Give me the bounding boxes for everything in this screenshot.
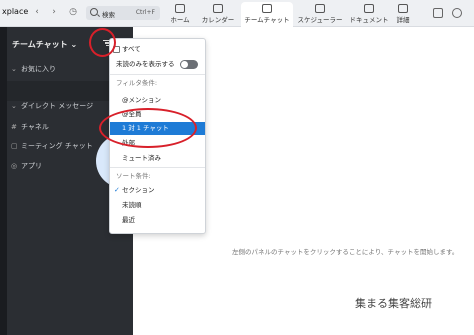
panel-item-apps[interactable]: ◎ アプリ	[11, 161, 42, 171]
dot-icon	[353, 130, 362, 139]
forward-icon[interactable]: ›	[47, 5, 61, 19]
search-input[interactable]: 検索 Ctrl+F	[86, 6, 160, 20]
app-name: xplace	[2, 7, 29, 16]
tab-home[interactable]: ホーム	[166, 2, 194, 27]
filter-item-mention[interactable]: @メンション	[110, 94, 205, 107]
panel-item-label: アプリ	[21, 162, 42, 170]
filter-section-label: フィルタ条件:	[116, 79, 158, 87]
sort-item-unread[interactable]: 未読順	[110, 199, 205, 212]
top-bar: xplace ‹ › ◷ 検索 Ctrl+F ホーム カレンダー チームチャット…	[0, 0, 474, 27]
unread-only-label: 未読のみを表示する	[116, 60, 175, 68]
tab-label: スケジューラー	[297, 16, 343, 24]
sort-section-label: ソート条件:	[116, 172, 151, 180]
dot-icon	[339, 130, 348, 139]
panel-item-label: ダイレクト メッセージ	[21, 102, 94, 110]
filter-item-muted[interactable]: ミュート済み	[110, 152, 205, 165]
meeting-icon: ▢	[11, 142, 18, 150]
calendar-icon	[213, 4, 223, 13]
panel-item-label: ミーティング チャット	[21, 142, 93, 150]
panel-item-favorites[interactable]: ⌄ お気に入り	[11, 64, 56, 74]
history-icon[interactable]: ◷	[66, 5, 80, 19]
search-label: 検索	[102, 11, 115, 19]
avatar[interactable]	[452, 8, 462, 18]
tab-label: チームチャット	[244, 16, 290, 24]
chat-icon	[262, 4, 272, 13]
window-icon[interactable]	[433, 8, 443, 18]
home-icon	[175, 4, 185, 13]
message-icon: ⌄	[11, 102, 17, 110]
annotation-circle-filter	[89, 28, 116, 57]
annotation-circle-one-on-one	[99, 108, 197, 148]
document-icon	[364, 4, 374, 13]
panel-item-direct-messages[interactable]: ⌄ ダイレクト メッセージ	[11, 101, 93, 111]
unread-only-toggle-row[interactable]: 未読のみを表示する	[110, 58, 205, 71]
star-icon: ⌄	[11, 65, 17, 73]
panel-item-label: チャネル	[21, 123, 49, 131]
check-icon: ✓	[114, 186, 120, 194]
dot-icon	[367, 130, 376, 139]
panel-item-channels[interactable]: # チャネル	[11, 122, 49, 132]
app-icon: ◎	[11, 162, 18, 170]
divider	[110, 74, 205, 75]
tab-label: ドキュメント	[349, 16, 389, 24]
filter-all[interactable]: すべて	[110, 43, 205, 56]
tab-more[interactable]: 詳細	[393, 2, 413, 27]
back-icon[interactable]: ‹	[30, 5, 44, 19]
tab-scheduler[interactable]: スケジューラー	[296, 2, 344, 27]
filter-all-label: すべて	[122, 45, 141, 53]
search-icon	[90, 8, 98, 16]
sort-item-label: セクション	[122, 186, 155, 194]
sort-item-section[interactable]: ✓ セクション	[110, 184, 205, 197]
panel-item-meeting-chat[interactable]: ▢ ミーティング チャット	[11, 141, 93, 151]
tab-label: ホーム	[170, 16, 190, 24]
divider	[110, 167, 205, 168]
tab-document[interactable]: ドキュメント	[348, 2, 390, 27]
tab-label: 詳細	[396, 16, 410, 24]
app-sidebar	[0, 27, 7, 335]
tab-team-chat[interactable]: チームチャット	[241, 2, 293, 27]
panel-title[interactable]: チームチャット ⌄	[12, 39, 77, 50]
sort-item-recent[interactable]: 最近	[110, 214, 205, 227]
tab-calendar[interactable]: カレンダー	[200, 2, 236, 27]
main-content	[206, 27, 474, 335]
watermark: 集まる集客総研	[355, 297, 432, 310]
scheduler-icon	[315, 4, 325, 13]
empty-state-hint: 左側のパネルのチャットをクリックすることにより、チャットを開始します。	[232, 248, 459, 256]
hash-icon: #	[11, 123, 17, 131]
panel-title-text: チームチャット	[12, 40, 68, 49]
panel-item-label: お気に入り	[21, 65, 56, 73]
unread-only-toggle[interactable]	[180, 60, 198, 69]
tab-label: カレンダー	[201, 16, 235, 24]
more-icon	[398, 4, 408, 13]
search-shortcut: Ctrl+F	[135, 9, 155, 16]
